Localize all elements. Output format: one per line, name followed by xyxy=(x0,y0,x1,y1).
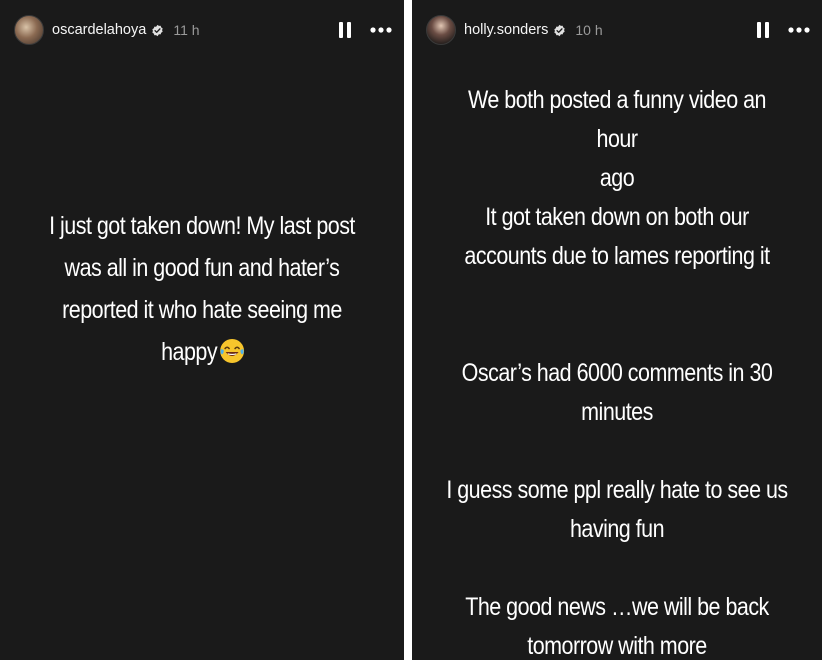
text-line: We both posted a funny video an hour xyxy=(468,86,766,153)
text-line: happy xyxy=(37,331,367,373)
text-line: Oscar’s had 6000 comments in 30 xyxy=(461,359,773,387)
story-header: oscardelahoya 11 h xyxy=(14,12,392,48)
text-line: having fun xyxy=(569,515,665,543)
text-line: I just got taken down! My last post xyxy=(49,212,355,240)
verified-badge-icon xyxy=(554,24,566,36)
story-timestamp: 11 h xyxy=(173,22,200,38)
story-username[interactable]: holly.sonders xyxy=(464,22,548,38)
text-line: I guess some ppl really hate to see us xyxy=(446,476,788,504)
story-timestamp: 10 h xyxy=(575,22,603,38)
text-line: minutes xyxy=(581,398,653,426)
story-panel-left[interactable]: oscardelahoya 11 h I just got taken down… xyxy=(0,0,404,660)
avatar[interactable] xyxy=(426,15,456,45)
verified-badge-icon xyxy=(152,24,163,36)
story-username[interactable]: oscardelahoya xyxy=(52,22,146,38)
story-header: holly.sonders 10 h xyxy=(426,12,810,48)
text-line: reported it who hate seeing me xyxy=(62,296,342,324)
text-line: It got taken down on both our xyxy=(485,203,749,231)
face-with-tears-of-joy-icon xyxy=(219,339,244,363)
story-panel-right[interactable]: holly.sonders 10 h We both posted a funn… xyxy=(412,0,822,660)
text-line: tomorrow with more xyxy=(527,632,707,660)
text-line: ago xyxy=(599,164,635,192)
text-line: The good news …we will be back xyxy=(465,593,769,621)
avatar[interactable] xyxy=(14,15,44,45)
story-controls xyxy=(756,22,810,38)
pause-icon[interactable] xyxy=(756,22,770,38)
text-line: accounts due to lames reporting it xyxy=(464,242,770,270)
more-options-icon[interactable] xyxy=(788,27,810,33)
pause-icon[interactable] xyxy=(338,22,352,38)
story-text: I just got taken down! My last post was … xyxy=(28,205,375,373)
more-options-icon[interactable] xyxy=(370,27,392,33)
text-line-content: happy xyxy=(161,338,218,366)
text-line: was all in good fun and hater’s xyxy=(64,254,340,282)
story-text: We both posted a funny video an hour ago… xyxy=(441,81,794,660)
story-controls xyxy=(338,22,392,38)
